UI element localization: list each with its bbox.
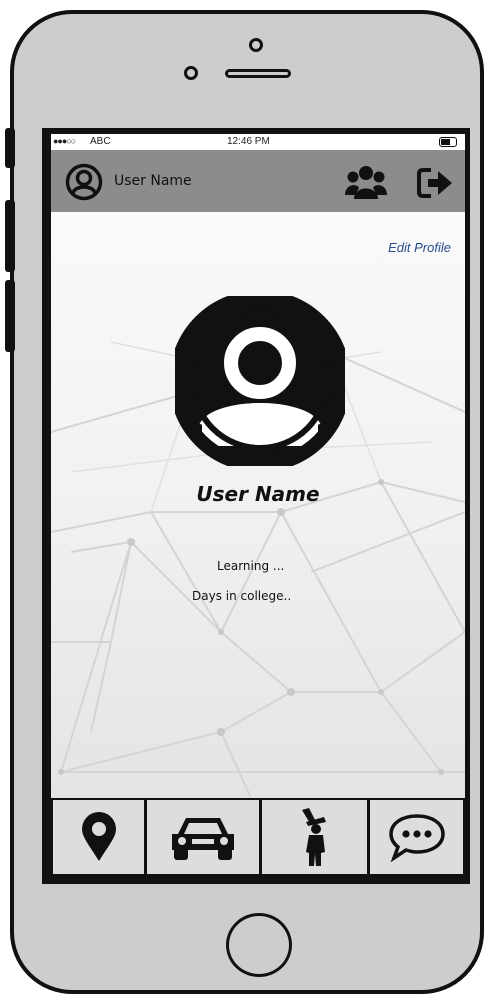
- signal-icon: ●●●○○: [53, 136, 76, 146]
- profile-learning-text: Learning ...: [217, 559, 285, 573]
- sensor-icon: [184, 66, 198, 80]
- side-button-mute: [5, 128, 15, 168]
- graduate-icon: [301, 808, 326, 866]
- profile-content: Edit Profile User Name Learning ... Days…: [51, 212, 465, 798]
- tab-graduate[interactable]: [262, 800, 367, 874]
- chat-bubble-icon: [388, 814, 445, 862]
- side-button-volume-down: [5, 280, 15, 352]
- bottom-tab-bar: [51, 798, 465, 878]
- users-group-icon[interactable]: [345, 165, 387, 201]
- home-button[interactable]: [226, 913, 292, 977]
- clock: 12:46 PM: [227, 136, 270, 147]
- tab-chat[interactable]: [370, 800, 463, 874]
- location-pin-icon: [81, 812, 116, 861]
- battery-icon: [439, 137, 457, 147]
- app-header: User Name: [51, 150, 465, 212]
- carrier-label: ABC: [90, 136, 111, 147]
- profile-days-text: Days in college..: [192, 589, 292, 603]
- camera-icon: [249, 38, 263, 52]
- side-button-volume-up: [5, 200, 15, 272]
- status-bar: ●●●○○ ABC 12:46 PM: [51, 134, 465, 150]
- tab-location[interactable]: [53, 800, 144, 874]
- header-user-name: User Name: [114, 173, 192, 189]
- car-icon: [172, 818, 234, 860]
- avatar-icon[interactable]: [65, 163, 103, 201]
- logout-icon[interactable]: [417, 167, 455, 199]
- edit-profile-link[interactable]: Edit Profile: [388, 240, 451, 255]
- profile-avatar-icon: [175, 296, 345, 466]
- profile-name: User Name: [196, 482, 320, 506]
- speaker-grille: [225, 69, 291, 78]
- tab-car[interactable]: [147, 800, 259, 874]
